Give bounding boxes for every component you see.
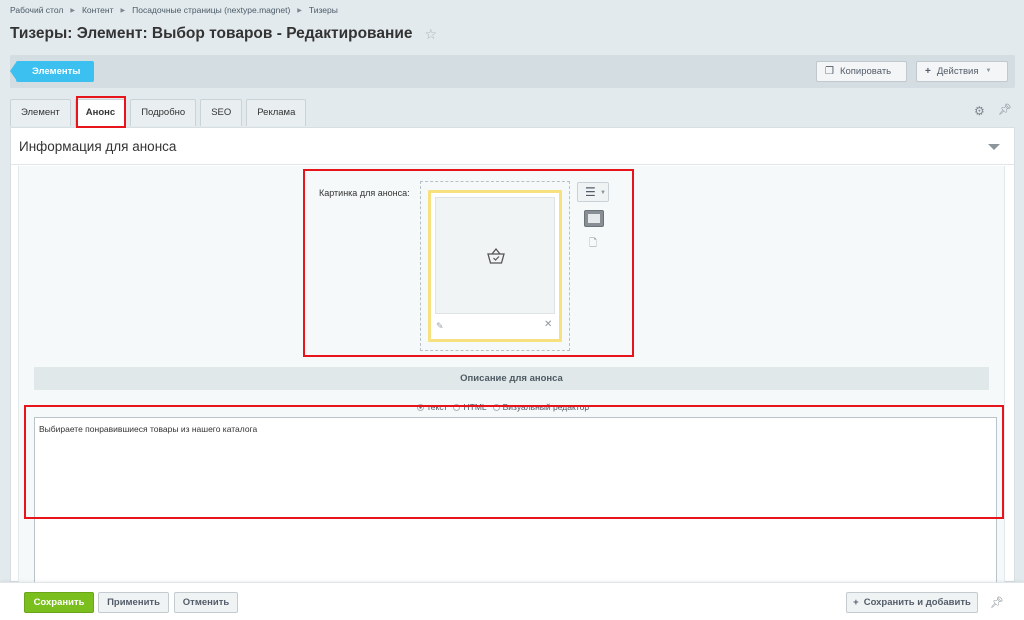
radio-text-label: текст <box>427 402 448 412</box>
plus-icon: + <box>853 597 859 608</box>
image-menu-button[interactable]: ☰ ▼ <box>577 182 609 202</box>
basket-icon <box>487 247 505 264</box>
cancel-button[interactable]: Отменить <box>174 592 238 613</box>
breadcrumb-item-landing-pages[interactable]: Посадочные страницы (nextype.magnet) <box>132 5 290 15</box>
menu-icon: ☰ <box>585 185 596 199</box>
pin-icon[interactable]: 📌︎ <box>990 596 1004 609</box>
page-title: Тизеры: Элемент: Выбор товаров - Редакти… <box>10 25 413 42</box>
announce-panel: Информация для анонса Картинка для анонс… <box>10 127 1015 583</box>
image-preview <box>435 197 555 314</box>
radio-visual-label: Визуальный редактор <box>502 402 590 412</box>
image-preview-frame[interactable]: ✎ ✕ <box>428 190 562 342</box>
breadcrumb-item-desktop[interactable]: Рабочий стол <box>10 5 63 15</box>
file-icon[interactable]: 🗋 <box>589 236 597 253</box>
image-dropzone[interactable]: ✎ ✕ <box>420 181 570 351</box>
collapse-arrow-icon[interactable] <box>988 144 1000 150</box>
chevron-right-icon: ▶ <box>120 7 126 14</box>
pin-icon[interactable]: 📌︎ <box>998 103 1012 116</box>
toolbar: Элементы ❐ Копировать + Действия ▼ <box>9 55 1015 88</box>
plus-icon: + <box>925 66 931 77</box>
chevron-down-icon: ▼ <box>600 190 606 196</box>
tab-announce[interactable]: Анонс <box>74 99 127 127</box>
copy-button-label: Копировать <box>839 66 892 77</box>
editor-mode-radios: текст HTML Визуальный редактор <box>417 402 595 412</box>
apply-button[interactable]: Применить <box>98 592 169 613</box>
radio-dot[interactable] <box>453 403 461 411</box>
close-icon[interactable]: ✕ <box>544 319 552 330</box>
copy-icon: ❐ <box>825 66 834 77</box>
section-title: Информация для анонса <box>19 139 177 154</box>
breadcrumb-item-content[interactable]: Контент <box>82 5 114 15</box>
footer-bar: Сохранить Применить Отменить + Сохранить… <box>0 582 1024 620</box>
radio-text[interactable]: текст <box>417 402 447 412</box>
actions-button[interactable]: + Действия ▼ <box>916 61 1008 82</box>
tab-details[interactable]: Подробно <box>130 99 197 126</box>
breadcrumb: Рабочий стол ▶ Контент ▶ Посадочные стра… <box>10 5 338 15</box>
save-and-add-button[interactable]: + Сохранить и добавить <box>846 592 978 613</box>
tab-bar: Элемент Анонс Подробно SEO Реклама <box>10 99 310 127</box>
chevron-right-icon: ▶ <box>297 7 302 14</box>
copy-button[interactable]: ❐ Копировать <box>816 61 907 82</box>
chevron-down-icon: ▼ <box>985 68 992 74</box>
gear-icon[interactable]: ⚙ <box>974 104 985 118</box>
tab-element[interactable]: Элемент <box>10 99 71 126</box>
chevron-right-icon: ▶ <box>70 7 75 14</box>
description-header: Описание для анонса <box>34 367 989 390</box>
save-button[interactable]: Сохранить <box>24 592 94 613</box>
title-row: Тизеры: Элемент: Выбор товаров - Редакти… <box>10 25 439 43</box>
tab-advertising[interactable]: Реклама <box>246 99 307 126</box>
radio-html-label: HTML <box>463 402 487 412</box>
form-area: Картинка для анонса: ✎ ✕ ☰ ▼ 🗋 Описание … <box>18 166 1005 583</box>
breadcrumb-item-teasers[interactable]: Тизеры <box>309 5 338 15</box>
radio-html[interactable]: HTML <box>453 402 487 412</box>
image-field-label: Картинка для анонса: <box>319 188 410 198</box>
pencil-icon[interactable]: ✎ <box>436 321 444 332</box>
radio-dot-checked[interactable] <box>417 403 424 411</box>
tab-seo[interactable]: SEO <box>200 99 243 126</box>
actions-button-label: Действия <box>936 66 979 77</box>
section-divider <box>11 164 1014 165</box>
radio-dot[interactable] <box>492 403 500 411</box>
description-textarea[interactable]: Выбираете понравившиеся товары из нашего… <box>34 417 997 583</box>
radio-visual-editor[interactable]: Визуальный редактор <box>492 402 590 412</box>
elements-back-button[interactable]: Элементы <box>9 61 95 82</box>
image-icon[interactable] <box>584 210 604 227</box>
save-and-add-label: Сохранить и добавить <box>863 597 971 608</box>
star-icon[interactable]: ☆ <box>425 27 439 41</box>
